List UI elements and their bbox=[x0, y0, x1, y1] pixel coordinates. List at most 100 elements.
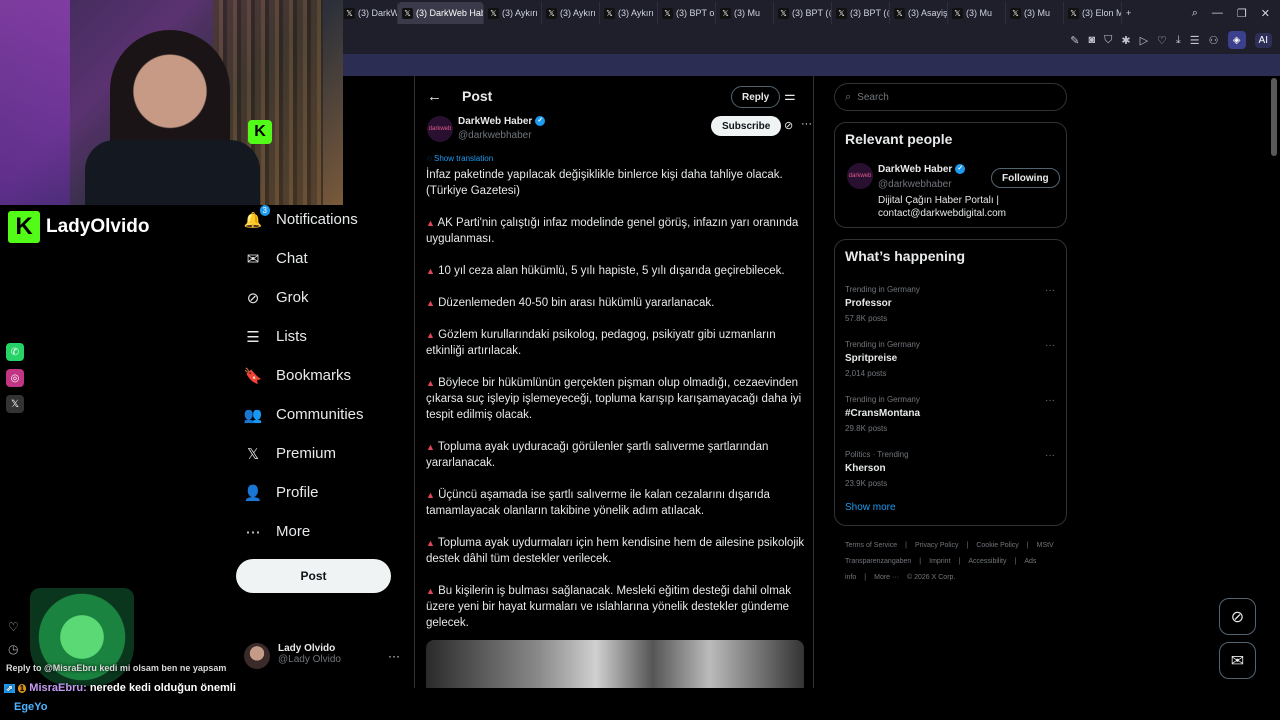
scrollbar[interactable] bbox=[1271, 78, 1277, 156]
footer-link[interactable]: More ··· bbox=[874, 574, 899, 581]
search-tabs-icon[interactable]: ⌕ bbox=[1192, 7, 1198, 20]
relevant-avatar[interactable]: darkweb bbox=[847, 163, 873, 189]
footer-link[interactable]: Imprint bbox=[929, 558, 950, 565]
show-translation-link[interactable]: ◌ Show translation bbox=[427, 154, 493, 163]
browser-tab[interactable]: 𝕏 (3) BPT on bbox=[658, 2, 716, 24]
x-favicon-icon: 𝕏 bbox=[546, 7, 557, 19]
footer-link[interactable]: © 2026 X Corp. bbox=[907, 574, 955, 581]
tweet-paragraph: ▲ Gözlem kurullarındaki psikolog, pedago… bbox=[426, 327, 806, 359]
more-dots-icon[interactable]: ··· bbox=[388, 649, 400, 663]
paragraph-text: Düzenlemeden 40-50 bin arası hükümlü yar… bbox=[438, 297, 715, 309]
trend-more-icon[interactable]: ··· bbox=[1045, 450, 1055, 461]
trend-context: Trending in Germany bbox=[845, 285, 920, 294]
heart-icon[interactable]: ♡ bbox=[1157, 34, 1167, 47]
footer-link[interactable]: Cookie Policy bbox=[976, 542, 1018, 549]
reply-button[interactable]: Reply bbox=[731, 86, 781, 108]
browser-tab[interactable]: 𝕏 (3) Mu bbox=[716, 2, 774, 24]
back-arrow-icon[interactable]: ← bbox=[427, 88, 442, 105]
show-more-link[interactable]: Show more bbox=[845, 502, 896, 513]
browser-tab[interactable]: 𝕏(3) BPT (@ bbox=[832, 2, 890, 24]
browser-tab[interactable]: 𝕏 (3) DarkW bbox=[340, 2, 398, 24]
nav-label: Profile bbox=[276, 484, 319, 501]
nav-item-communities[interactable]: 👥 Communities bbox=[236, 395, 412, 434]
paragraph-text: Gözlem kurullarındaki psikolog, pedagog,… bbox=[426, 329, 776, 357]
trend-more-icon[interactable]: ··· bbox=[1045, 285, 1055, 296]
relevant-handle[interactable]: @darkwebhaber bbox=[878, 179, 952, 190]
browser-tab[interactable]: 𝕏 (3) Aykırı bbox=[600, 2, 658, 24]
grok-small-icon[interactable]: ⊘ bbox=[784, 119, 793, 132]
nav-item-premium[interactable]: 𝕏 Premium bbox=[236, 434, 412, 473]
tab-label: (3) Elon M bbox=[1082, 8, 1122, 18]
nav-item-more[interactable]: ⋯ More bbox=[236, 512, 412, 551]
browser-tab[interactable]: 𝕏 (3) Mu bbox=[948, 2, 1006, 24]
post-more-icon[interactable]: ··· bbox=[801, 118, 812, 130]
nav-label: Bookmarks bbox=[276, 367, 352, 384]
edit-icon[interactable]: ✎ bbox=[1070, 34, 1079, 47]
browser-tab[interactable]: 𝕏 (3) Aykırı bbox=[542, 2, 600, 24]
nav-item-profile[interactable]: 👤 Profile bbox=[236, 473, 412, 512]
footer-link[interactable]: Privacy Policy bbox=[915, 542, 959, 549]
profile-toolbar-icon[interactable]: ⚇ bbox=[1209, 34, 1219, 47]
notification-badge: 3 bbox=[259, 204, 270, 216]
post-button[interactable]: Post bbox=[236, 559, 391, 593]
browser-tab[interactable]: 𝕏 (3) Aykırı bbox=[484, 2, 542, 24]
footer-link[interactable]: Terms of Service bbox=[845, 542, 897, 549]
maximize-icon[interactable]: ❐ bbox=[1237, 7, 1247, 20]
close-window-icon[interactable]: ✕ bbox=[1261, 7, 1270, 20]
ai-button[interactable]: AI bbox=[1254, 32, 1272, 48]
paragraph-text: İnfaz paketinde yapılacak değişiklikle b… bbox=[426, 169, 783, 197]
play-icon[interactable]: ▷ bbox=[1140, 34, 1148, 47]
menu-icon[interactable]: ☰ bbox=[1190, 34, 1200, 47]
nav-item-grok[interactable]: ⊘ Grok bbox=[236, 278, 412, 317]
trend-more-icon[interactable]: ··· bbox=[1045, 340, 1055, 351]
subscribe-button[interactable]: Subscribe bbox=[711, 116, 782, 136]
nav-item-chat[interactable]: ✉ Chat bbox=[236, 239, 412, 278]
tweet-paragraph: ▲ Düzenlemeden 40-50 bin arası hükümlü y… bbox=[426, 295, 806, 311]
search-box[interactable]: ⌕ bbox=[834, 83, 1067, 111]
browser-tab[interactable]: 𝕏 (3) Asayiş bbox=[890, 2, 948, 24]
communities-icon: 👥 bbox=[244, 406, 263, 424]
search-input[interactable] bbox=[857, 91, 1048, 103]
browser-tab[interactable]: 𝕏 (3) Elon M bbox=[1064, 2, 1122, 24]
puzzle-icon[interactable]: ✱ bbox=[1121, 34, 1130, 47]
nav-item-lists[interactable]: ☰ Lists bbox=[236, 317, 412, 356]
trend-more-icon[interactable]: ··· bbox=[1045, 395, 1055, 406]
account-switcher[interactable]: Lady Olvido @Lady Olvido ··· bbox=[244, 643, 404, 687]
paragraph-text: Bu kişilerin iş bulması sağlanacak. Mesl… bbox=[426, 585, 791, 629]
browser-tab[interactable]: 𝕏(3) BPT (@ bbox=[774, 2, 832, 24]
minimize-icon[interactable]: — bbox=[1212, 7, 1223, 19]
icon-glyph: ☰ bbox=[246, 328, 260, 346]
post-media-image[interactable] bbox=[426, 640, 804, 688]
shield-icon[interactable]: ⛉ bbox=[1104, 34, 1112, 47]
chat-text: nerede kedi olduğun önemli bbox=[89, 682, 236, 694]
trend-item[interactable]: Trending in Germany #CransMontana 29.8K po… bbox=[845, 395, 1055, 433]
count-badge: 1 bbox=[17, 684, 27, 693]
nav-label: Premium bbox=[276, 445, 337, 462]
trend-item[interactable]: Politics · Trending Kherson 23.9K posts ··· bbox=[845, 450, 1055, 488]
footer-link[interactable]: Accessibility bbox=[968, 558, 1006, 565]
sliders-icon[interactable]: ⚌ bbox=[784, 88, 796, 104]
author-avatar[interactable]: darkweb bbox=[427, 116, 453, 142]
browser-tab[interactable]: 𝕏(3) DarkWeb Haber bbox=[398, 2, 484, 24]
following-button[interactable]: Following bbox=[991, 168, 1060, 188]
tweet-paragraph: ▲ 10 yıl ceza alan hükümlü, 5 yılı hapis… bbox=[426, 263, 806, 279]
trend-item[interactable]: Trending in Germany Professor 57.8K posts ·… bbox=[845, 285, 1055, 323]
trend-name: Kherson bbox=[845, 463, 886, 474]
relevant-name-row[interactable]: DarkWeb Haber ✓ bbox=[878, 164, 966, 175]
author-name-row[interactable]: DarkWeb Haber ✓ bbox=[458, 116, 546, 127]
camera-icon[interactable]: ◙ bbox=[1088, 34, 1095, 46]
trend-context: Trending in Germany bbox=[845, 340, 920, 349]
browser-tab[interactable]: 𝕏 (3) Mu bbox=[1006, 2, 1064, 24]
extension-icon[interactable]: ◈ bbox=[1227, 31, 1246, 49]
trend-count: 23.9K posts bbox=[845, 479, 888, 488]
search-icon: ⌕ bbox=[845, 90, 852, 103]
new-tab-button[interactable]: + bbox=[1122, 2, 1135, 24]
messages-fab-icon[interactable]: ✉ bbox=[1219, 642, 1256, 679]
grok-fab-icon[interactable]: ⊘ bbox=[1219, 598, 1256, 635]
nav-item-notifications[interactable]: 🔔 3 Notifications bbox=[236, 200, 412, 239]
chat-username: MisraEbru: bbox=[29, 682, 87, 694]
trend-item[interactable]: Trending in Germany Spritpreise 2,014 post… bbox=[845, 340, 1055, 378]
download-icon[interactable]: ⤓ bbox=[1176, 34, 1181, 47]
nav-item-bookmarks[interactable]: 🔖 Bookmarks bbox=[236, 356, 412, 395]
author-handle[interactable]: @darkwebhaber bbox=[458, 130, 532, 141]
